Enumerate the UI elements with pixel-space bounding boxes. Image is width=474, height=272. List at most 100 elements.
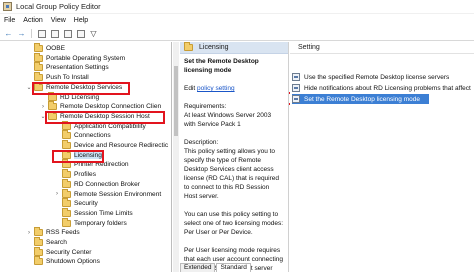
mid-header-label: Licensing <box>199 44 229 51</box>
tree-item[interactable]: Device and Resource Redirectic <box>54 140 168 150</box>
tree-item[interactable]: Security <box>54 198 98 208</box>
tree-item[interactable]: Profiles <box>54 169 96 179</box>
group-policy-app-icon <box>3 2 12 11</box>
requirements-label: Requirements: <box>184 103 227 110</box>
tree-item[interactable]: OOBE <box>26 43 65 53</box>
tree-item-label: Presentation Settings <box>46 64 109 72</box>
tree-item[interactable]: Temporary folders <box>54 217 127 228</box>
menu-help[interactable]: Help <box>70 17 92 24</box>
folder-icon <box>62 207 71 217</box>
tree-item[interactable]: Security Center <box>26 246 92 257</box>
tree-item[interactable]: Connections <box>54 130 111 140</box>
toolbar: ← → ▽ <box>0 27 474 41</box>
expand-chevron-icon[interactable]: › <box>54 190 60 199</box>
highlight-session-host <box>45 111 165 124</box>
policy-setting-icon <box>292 95 300 103</box>
export-list-icon[interactable] <box>62 28 73 39</box>
folder-icon <box>34 62 43 72</box>
title-bar: Local Group Policy Editor <box>0 0 474 14</box>
setting-label: Use the specified Remote Desktop license… <box>304 73 450 81</box>
tree-scrollbar-thumb[interactable] <box>174 66 178 136</box>
folder-icon <box>34 256 43 266</box>
folder-icon <box>34 237 43 246</box>
tree-item-label: Connections <box>74 132 111 140</box>
folder-icon <box>48 101 57 111</box>
edit-prefix: Edit <box>184 85 198 92</box>
description-text: This policy setting allows you to specif… <box>184 148 280 200</box>
setting-column-header[interactable]: Setting <box>290 42 474 54</box>
tree-item[interactable]: › Remote Desktop Connection Clien <box>40 101 161 111</box>
tree-item-label: Remote Session Environment <box>74 190 162 198</box>
window-title: Local Group Policy Editor <box>16 2 101 11</box>
policy-setting-icon <box>292 84 300 92</box>
folder-icon <box>62 178 71 188</box>
folder-icon <box>62 198 71 208</box>
view-tabs: Extended Standard <box>180 262 289 272</box>
tree-scrollbar[interactable] <box>173 42 179 272</box>
folder-icon <box>184 42 193 51</box>
folder-icon <box>62 140 71 149</box>
tab-standard[interactable]: Standard <box>216 263 251 272</box>
folder-icon <box>34 52 43 62</box>
edit-policy-link[interactable]: policy setting <box>197 85 235 92</box>
setting-row[interactable]: Hide notifications about RD Licensing pr… <box>292 83 474 93</box>
setting-row[interactable]: Use the specified Remote Desktop license… <box>292 72 474 82</box>
menu-view[interactable]: View <box>47 17 70 24</box>
description-label: Description: <box>184 139 219 146</box>
highlight-remote-desktop-services <box>32 82 130 95</box>
settings-list-pane: Setting Use the specified Remote Desktop… <box>290 42 474 272</box>
policy-setting-icon <box>292 73 300 81</box>
tree-item-label: Portable Operating System <box>46 54 126 62</box>
expand-chevron-icon[interactable]: › <box>40 102 46 111</box>
tree-item[interactable]: Session Time Limits <box>54 207 133 218</box>
folder-icon <box>34 246 43 256</box>
expand-chevron-icon[interactable]: › <box>26 228 32 237</box>
tree-item[interactable]: Push To Install <box>26 72 89 82</box>
tree-item-label: Temporary folders <box>74 219 127 227</box>
tree-item[interactable]: Portable Operating System <box>26 52 126 63</box>
policy-description-pane: Licensing Set the Remote Desktop licensi… <box>180 42 289 272</box>
setting-label: Hide notifications about RD Licensing pr… <box>304 84 471 92</box>
requirements-text: At least Windows Server 2003 with Servic… <box>184 112 272 128</box>
tree-item-label: Security Center <box>46 248 92 256</box>
tree-item-label: Security <box>74 200 98 208</box>
help-icon[interactable] <box>75 28 86 39</box>
setting-row-selected[interactable]: Set the Remote Desktop licensing mode <box>292 94 429 104</box>
back-arrow-icon[interactable]: ← <box>3 28 14 39</box>
properties-icon[interactable] <box>49 28 60 39</box>
mid-header: Licensing <box>180 42 288 54</box>
folder-icon <box>62 217 71 227</box>
setting-label: Set the Remote Desktop licensing mode <box>304 95 420 103</box>
menu-file[interactable]: File <box>0 17 19 24</box>
tree-item-label: Shutdown Options <box>46 258 100 266</box>
description-para-2: You can use this policy setting to selec… <box>184 211 283 236</box>
filter-icon[interactable]: ▽ <box>88 28 99 39</box>
menu-action[interactable]: Action <box>19 17 46 24</box>
tree-item[interactable]: RD Connection Broker <box>54 178 140 189</box>
show-hide-tree-icon[interactable] <box>36 28 47 39</box>
tree-item[interactable]: › RSS Feeds <box>26 227 80 237</box>
edit-line: Edit policy setting <box>184 84 284 93</box>
tree-item[interactable]: Presentation Settings <box>26 62 109 72</box>
tree-item-label: Profiles <box>74 171 96 179</box>
tree-item-label: Session Time Limits <box>74 209 133 217</box>
policy-title: Set the Remote Desktop licensing mode <box>184 58 259 74</box>
tree-item[interactable]: Search <box>26 237 67 247</box>
tree-item-label: RD Connection Broker <box>74 180 140 188</box>
tree-item[interactable]: Shutdown Options <box>26 256 100 266</box>
forward-arrow-icon[interactable]: → <box>16 28 27 39</box>
tree-item[interactable]: › Remote Session Environment <box>54 188 162 199</box>
folder-icon <box>34 227 43 237</box>
tab-extended[interactable]: Extended <box>180 263 216 272</box>
